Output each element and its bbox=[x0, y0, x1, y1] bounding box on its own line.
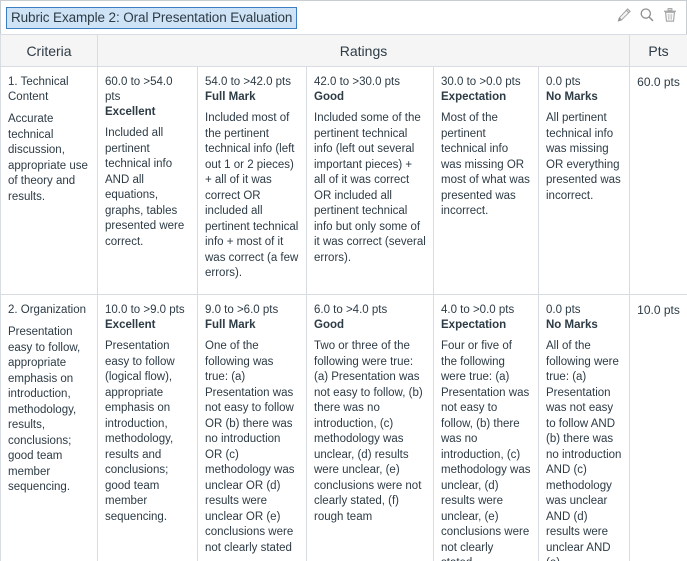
criteria-description: Presentation easy to follow, appropriate… bbox=[8, 325, 90, 496]
rating-cell: 0.0 pts No Marks All pertinent technical… bbox=[539, 67, 630, 295]
rubric-titlebar: Rubric Example 2: Oral Presentation Eval… bbox=[0, 0, 687, 34]
rating-points: 6.0 to >4.0 pts bbox=[314, 303, 426, 318]
rating-points: 42.0 to >30.0 pts bbox=[314, 75, 426, 90]
rating-description: Included most of the pertinent technical… bbox=[205, 111, 299, 282]
rating-description: Included some of the pertinent technical… bbox=[314, 111, 426, 266]
edit-pencil-icon[interactable] bbox=[616, 7, 632, 28]
criteria-title: 1. Technical Content bbox=[8, 75, 90, 105]
rating-name: Excellent bbox=[105, 318, 190, 333]
rating-description: Four or five of the following were true:… bbox=[441, 339, 531, 561]
rating-description: Most of the pertinent technical info was… bbox=[441, 111, 531, 220]
header-pts: Pts bbox=[630, 35, 687, 67]
rating-cell: 4.0 to >0.0 pts Expectation Four or five… bbox=[434, 295, 539, 561]
rubric-toolbar bbox=[616, 7, 678, 28]
rating-description: Presentation easy to follow (logical flo… bbox=[105, 339, 190, 525]
rating-points: 30.0 to >0.0 pts bbox=[441, 75, 531, 90]
rating-description: Two or three of the following were true:… bbox=[314, 339, 426, 525]
header-ratings: Ratings bbox=[98, 35, 630, 67]
rating-points: 54.0 to >42.0 pts bbox=[205, 75, 299, 90]
row-points: 10.0 pts bbox=[630, 295, 687, 561]
rubric-page: Rubric Example 2: Oral Presentation Eval… bbox=[0, 0, 687, 561]
rating-name: Good bbox=[314, 318, 426, 333]
rating-cell: 42.0 to >30.0 pts Good Included some of … bbox=[307, 67, 434, 295]
rating-description: All of the following were true: (a) Pres… bbox=[546, 339, 622, 561]
rating-name: No Marks bbox=[546, 90, 622, 105]
rating-cell: 10.0 to >9.0 pts Excellent Presentation … bbox=[98, 295, 198, 561]
rating-cell: 9.0 to >6.0 pts Full Mark One of the fol… bbox=[198, 295, 307, 561]
rating-description: All pertinent technical info was missing… bbox=[546, 111, 622, 204]
rating-name: Expectation bbox=[441, 318, 531, 333]
criteria-description: Accurate technical discussion, appropria… bbox=[8, 112, 90, 205]
criteria-cell: 1. Technical Content Accurate technical … bbox=[1, 67, 98, 295]
rating-name: Full Mark bbox=[205, 318, 299, 333]
rubric-table: Criteria Ratings Pts 1. Technical Conten… bbox=[0, 34, 687, 561]
rating-cell: 60.0 to >54.0 pts Excellent Included all… bbox=[98, 67, 198, 295]
rubric-title[interactable]: Rubric Example 2: Oral Presentation Eval… bbox=[6, 7, 297, 29]
table-row: 2. Organization Presentation easy to fol… bbox=[1, 295, 687, 561]
table-row: 1. Technical Content Accurate technical … bbox=[1, 67, 687, 295]
rating-name: Good bbox=[314, 90, 426, 105]
rating-points: 9.0 to >6.0 pts bbox=[205, 303, 299, 318]
rating-cell: 0.0 pts No Marks All of the following we… bbox=[539, 295, 630, 561]
rating-name: Excellent bbox=[105, 105, 190, 120]
rating-cell: 30.0 to >0.0 pts Expectation Most of the… bbox=[434, 67, 539, 295]
rating-points: 60.0 to >54.0 pts bbox=[105, 75, 190, 105]
rating-points: 10.0 to >9.0 pts bbox=[105, 303, 190, 318]
criteria-title: 2. Organization bbox=[8, 303, 90, 318]
rating-description: One of the following was true: (a) Prese… bbox=[205, 339, 299, 556]
rating-points: 4.0 to >0.0 pts bbox=[441, 303, 531, 318]
rating-name: No Marks bbox=[546, 318, 622, 333]
table-header-row: Criteria Ratings Pts bbox=[1, 35, 687, 67]
rating-points: 0.0 pts bbox=[546, 75, 622, 90]
rating-name: Expectation bbox=[441, 90, 531, 105]
trash-icon[interactable] bbox=[662, 7, 678, 28]
rating-points: 0.0 pts bbox=[546, 303, 622, 318]
rating-cell: 6.0 to >4.0 pts Good Two or three of the… bbox=[307, 295, 434, 561]
search-icon[interactable] bbox=[639, 7, 655, 28]
rating-name: Full Mark bbox=[205, 90, 299, 105]
rating-cell: 54.0 to >42.0 pts Full Mark Included mos… bbox=[198, 67, 307, 295]
row-points: 60.0 pts bbox=[630, 67, 687, 295]
rating-description: Included all pertinent technical info AN… bbox=[105, 126, 190, 250]
criteria-cell: 2. Organization Presentation easy to fol… bbox=[1, 295, 98, 561]
header-criteria: Criteria bbox=[1, 35, 98, 67]
